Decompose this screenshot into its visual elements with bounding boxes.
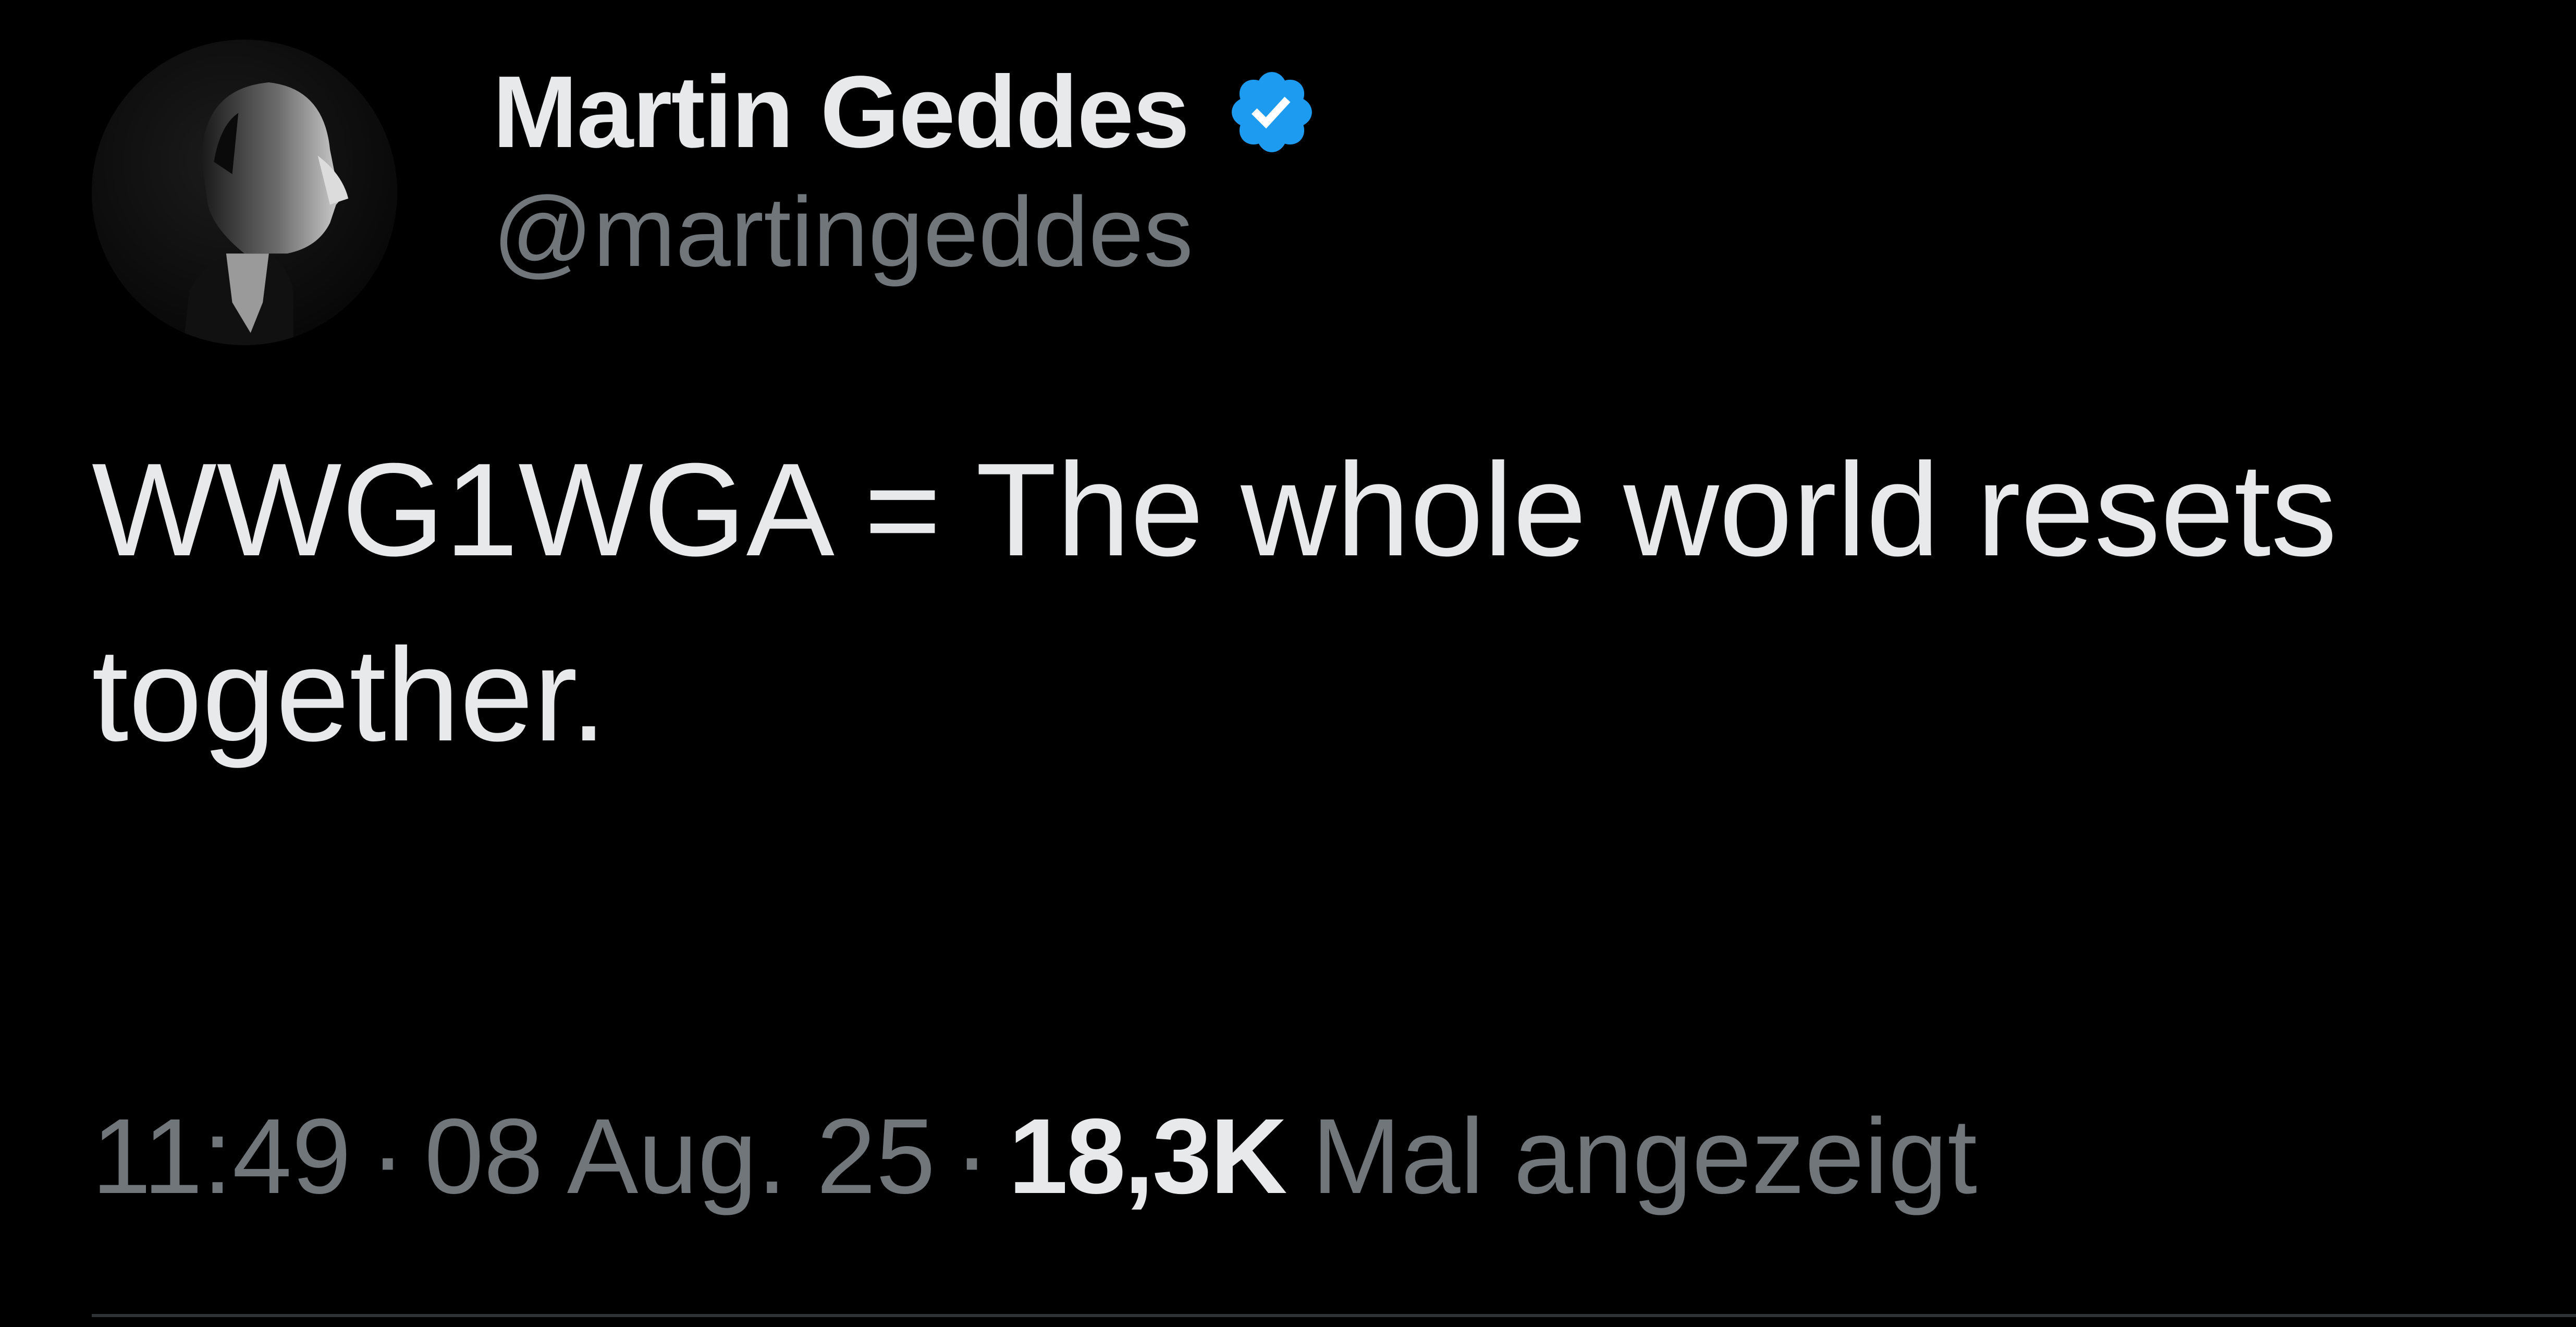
verified-badge-icon[interactable] xyxy=(1225,65,1319,159)
views-count[interactable]: 18,3K xyxy=(1009,1098,1287,1215)
avatar[interactable] xyxy=(92,40,397,345)
tweet-date[interactable]: 08 Aug. 25 xyxy=(424,1098,935,1215)
tweet-meta: 11:49 · 08 Aug. 25 · 18,3K Mal angezeigt xyxy=(92,1098,1977,1215)
author-info: Martin Geddes @martingeddes xyxy=(493,50,1319,287)
meta-separator: · xyxy=(954,1097,990,1216)
tweet-text: WWG1WGA = The whole world resets togethe… xyxy=(92,435,2337,769)
display-name[interactable]: Martin Geddes xyxy=(493,61,1189,163)
name-row: Martin Geddes xyxy=(493,50,1319,175)
user-handle[interactable]: @martingeddes xyxy=(493,178,1319,287)
profile-photo xyxy=(92,40,397,345)
divider xyxy=(92,1314,2576,1317)
tweet-detail: Martin Geddes @martingeddes WWG1WGA = Th… xyxy=(0,0,2576,1327)
views-label: Mal angezeigt xyxy=(1311,1097,1978,1216)
tweet-time[interactable]: 11:49 xyxy=(92,1098,351,1215)
meta-separator: · xyxy=(370,1097,406,1216)
